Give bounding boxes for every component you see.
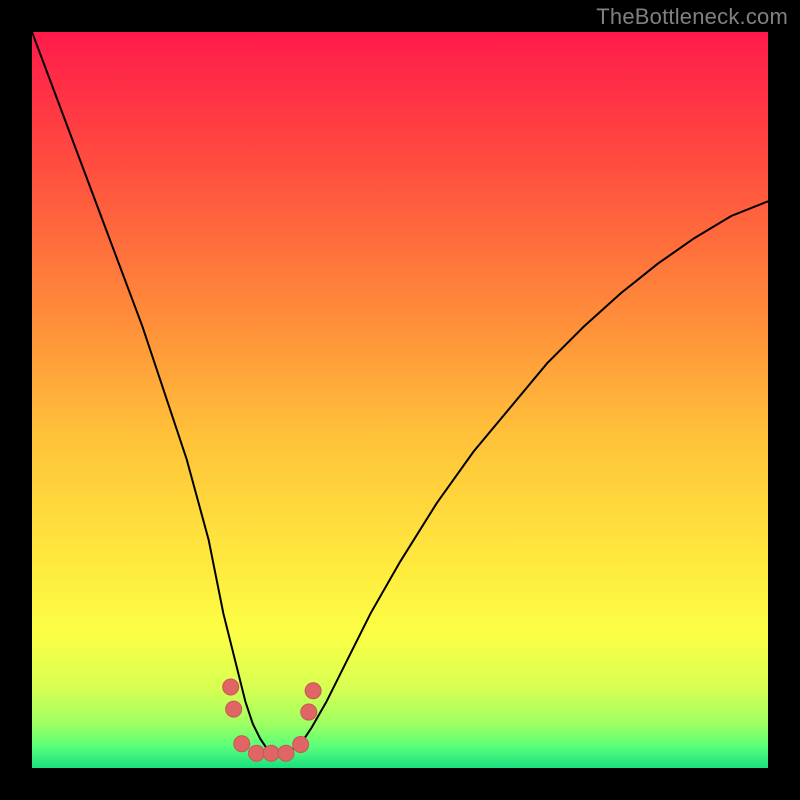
curve-marker (234, 736, 250, 752)
gradient-background (32, 32, 768, 768)
watermark-text: TheBottleneck.com (596, 4, 788, 30)
curve-marker (263, 745, 279, 761)
curve-marker (293, 736, 309, 752)
plot-area (32, 32, 768, 768)
curve-marker (301, 704, 317, 720)
curve-marker (278, 745, 294, 761)
curve-marker (223, 679, 239, 695)
bottleneck-chart (32, 32, 768, 768)
curve-marker (305, 683, 321, 699)
chart-frame: TheBottleneck.com (0, 0, 800, 800)
curve-marker (226, 701, 242, 717)
curve-marker (248, 745, 264, 761)
